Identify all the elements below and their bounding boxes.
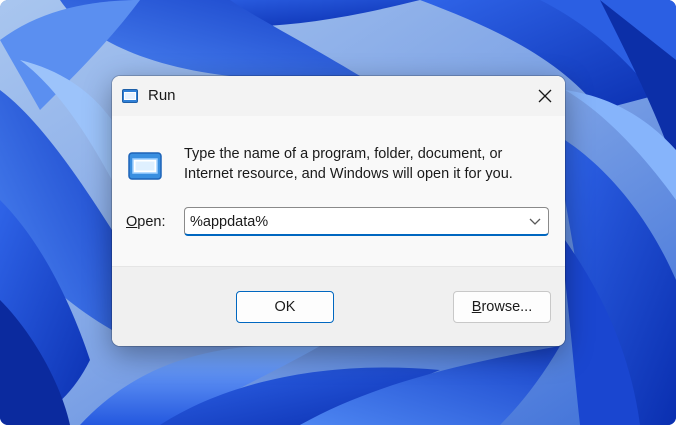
desktop: Run Type the name of a program, folder, … — [0, 0, 676, 425]
dialog-description: Type the name of a program, folder, docu… — [184, 146, 513, 182]
chevron-down-icon[interactable] — [528, 215, 542, 227]
close-icon — [538, 89, 552, 103]
window-title: Run — [148, 87, 176, 104]
run-app-icon — [122, 89, 138, 103]
run-dialog: Run Type the name of a program, folder, … — [112, 76, 565, 346]
ok-button[interactable]: OK — [236, 291, 334, 323]
title-bar[interactable]: Run — [112, 76, 565, 116]
dialog-footer: OK Browse... — [112, 266, 565, 346]
browse-label-text: rowse... — [481, 299, 533, 315]
dialog-body: Type the name of a program, folder, docu… — [112, 116, 565, 266]
open-label: Open: — [126, 214, 166, 230]
run-icon — [128, 152, 162, 180]
open-combobox[interactable] — [184, 207, 549, 236]
open-input[interactable] — [185, 208, 515, 235]
browse-button[interactable]: Browse... — [453, 291, 551, 323]
close-button[interactable] — [529, 80, 561, 112]
open-label-accesskey: O — [126, 214, 138, 230]
open-label-text: pen: — [137, 214, 166, 230]
browse-accesskey: B — [471, 299, 482, 315]
